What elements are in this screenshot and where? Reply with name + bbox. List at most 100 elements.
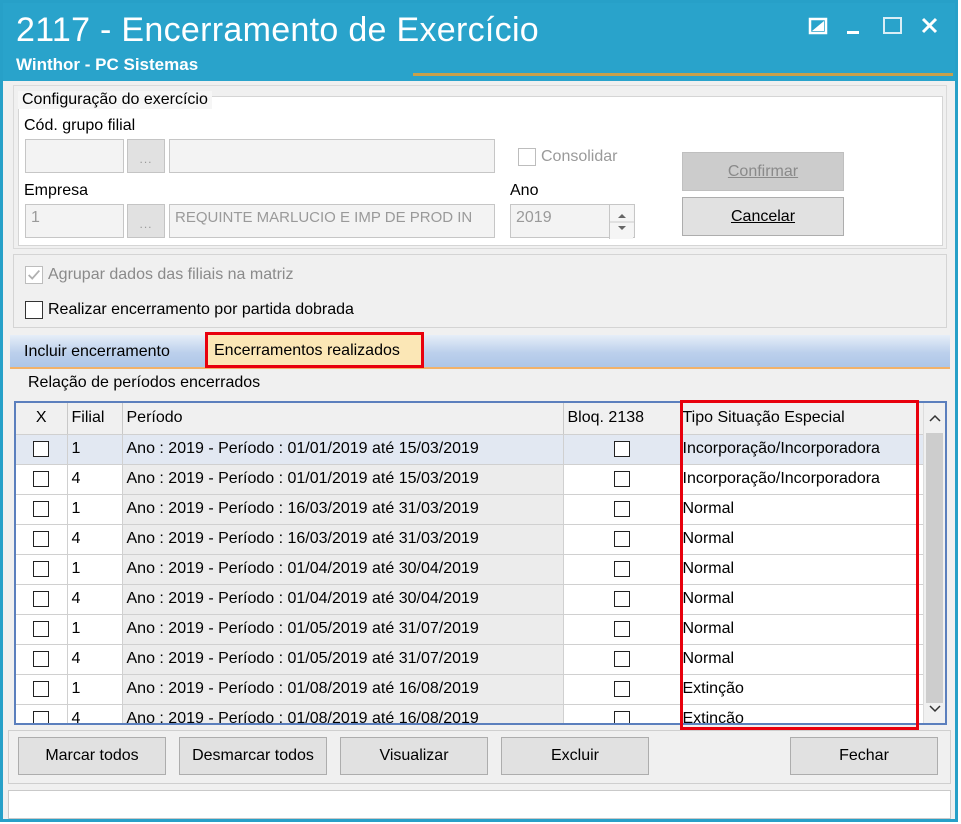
- row-select-cell: [16, 644, 68, 675]
- close-icon[interactable]: [915, 11, 945, 41]
- bloq-cell: [563, 614, 681, 645]
- bloq-cell: [563, 674, 681, 705]
- table-row[interactable]: 4 Ano : 2019 - Período : 01/05/2019 até 3…: [16, 644, 927, 675]
- periods-table: X Filial Período Bloq. 2138 Tipo Situaçã…: [16, 403, 927, 723]
- bloq-checkbox[interactable]: [613, 680, 630, 697]
- tab-encerramentos-realizados[interactable]: Encerramentos realizados: [205, 332, 424, 368]
- col-header-tipo[interactable]: Tipo Situação Especial: [680, 403, 927, 435]
- filial-cell: 4: [67, 704, 123, 723]
- col-header-filial[interactable]: Filial: [67, 403, 123, 435]
- col-header-x[interactable]: X: [16, 403, 68, 435]
- row-select-checkbox[interactable]: [33, 680, 50, 697]
- periodo-cell: Ano : 2019 - Período : 01/01/2019 até 15…: [122, 434, 564, 465]
- maximize-icon[interactable]: [878, 11, 908, 41]
- ano-spinner[interactable]: [609, 205, 634, 239]
- scroll-down-icon[interactable]: [927, 703, 943, 715]
- row-select-checkbox[interactable]: [33, 560, 50, 577]
- consolidar-checkbox[interactable]: [518, 148, 536, 166]
- bloq-checkbox[interactable]: [613, 440, 630, 457]
- fechar-button[interactable]: Fechar: [790, 737, 938, 775]
- cancelar-button[interactable]: Cancelar: [682, 197, 844, 236]
- cod-grupo-field[interactable]: [25, 139, 124, 173]
- bloq-checkbox[interactable]: [613, 470, 630, 487]
- row-select-checkbox[interactable]: [33, 650, 50, 667]
- table-row[interactable]: 4 Ano : 2019 - Período : 01/04/2019 até 3…: [16, 584, 927, 615]
- filial-cell: 1: [67, 614, 123, 645]
- bloq-checkbox[interactable]: [613, 650, 630, 667]
- partida-checkbox[interactable]: [25, 301, 43, 319]
- marcar-todos-button[interactable]: Marcar todos: [18, 737, 166, 775]
- row-select-checkbox[interactable]: [33, 500, 50, 517]
- scrollbar-thumb[interactable]: [926, 433, 943, 703]
- col-header-bloq[interactable]: Bloq. 2138: [563, 403, 681, 435]
- bloq-cell: [563, 584, 681, 615]
- bloq-cell: [563, 434, 681, 465]
- app-window: 2117 - Encerramento de Exercício Winthor…: [0, 0, 958, 822]
- bloq-checkbox[interactable]: [613, 620, 630, 637]
- periodo-cell: Ano : 2019 - Período : 01/04/2019 até 30…: [122, 584, 564, 615]
- row-select-checkbox[interactable]: [33, 470, 50, 487]
- col-header-periodo[interactable]: Período: [122, 403, 564, 435]
- restore-icon[interactable]: [804, 11, 834, 41]
- agrupar-label: Agrupar dados das filiais na matriz: [48, 266, 294, 283]
- bloq-checkbox[interactable]: [613, 590, 630, 607]
- periodo-cell: Ano : 2019 - Período : 01/04/2019 até 30…: [122, 554, 564, 585]
- confirmar-label: Confirmar: [727, 163, 799, 180]
- agrupar-checkbox[interactable]: [25, 266, 43, 284]
- empresa-field[interactable]: 1: [25, 204, 124, 238]
- tab-incluir-encerramento[interactable]: Incluir encerramento: [24, 335, 170, 369]
- row-select-checkbox[interactable]: [33, 440, 50, 457]
- vertical-scrollbar[interactable]: [923, 403, 945, 723]
- scroll-up-icon[interactable]: [927, 412, 943, 424]
- title-bar[interactable]: 2117 - Encerramento de Exercício Winthor…: [3, 3, 955, 81]
- table-row[interactable]: 1 Ano : 2019 - Período : 01/04/2019 até 3…: [16, 554, 927, 585]
- filial-cell: 1: [67, 674, 123, 705]
- table-row[interactable]: 1 Ano : 2019 - Período : 01/08/2019 até 1…: [16, 674, 927, 705]
- bloq-checkbox[interactable]: [613, 560, 630, 577]
- tipo-cell: Normal: [680, 524, 927, 555]
- table-row[interactable]: 4 Ano : 2019 - Período : 16/03/2019 até 3…: [16, 524, 927, 555]
- visualizar-button[interactable]: Visualizar: [340, 737, 488, 775]
- table-row[interactable]: 1 Ano : 2019 - Período : 01/05/2019 até 3…: [16, 614, 927, 645]
- row-select-cell: [16, 434, 68, 465]
- row-select-checkbox[interactable]: [33, 620, 50, 637]
- periodo-cell: Ano : 2019 - Período : 01/05/2019 até 31…: [122, 644, 564, 675]
- row-select-checkbox[interactable]: [33, 710, 50, 723]
- table-row[interactable]: 4 Ano : 2019 - Período : 01/01/2019 até 1…: [16, 464, 927, 495]
- row-select-checkbox[interactable]: [33, 530, 50, 547]
- visualizar-label: Visualizar: [379, 747, 449, 764]
- bloq-cell: [563, 494, 681, 525]
- row-select-cell: [16, 614, 68, 645]
- empresa-lookup-button[interactable]: ...: [127, 204, 165, 238]
- periods-grid[interactable]: X Filial Período Bloq. 2138 Tipo Situaçã…: [14, 401, 947, 725]
- config-group-title: Configuração do exercício: [18, 91, 212, 109]
- table-row[interactable]: 4 Ano : 2019 - Período : 01/08/2019 até 1…: [16, 704, 927, 723]
- row-select-cell: [16, 494, 68, 525]
- table-row[interactable]: 1 Ano : 2019 - Período : 16/03/2019 até 3…: [16, 494, 927, 525]
- cancelar-label: Cancelar: [730, 208, 796, 225]
- confirmar-button[interactable]: Confirmar: [682, 152, 844, 191]
- row-select-cell: [16, 464, 68, 495]
- filial-cell: 1: [67, 494, 123, 525]
- check-icon: [28, 269, 40, 280]
- desmarcar-todos-button[interactable]: Desmarcar todos: [179, 737, 327, 775]
- fechar-label: Fechar: [839, 747, 889, 764]
- bloq-cell: [563, 644, 681, 675]
- bloq-checkbox[interactable]: [613, 500, 630, 517]
- excluir-button[interactable]: Excluir: [501, 737, 649, 775]
- table-row[interactable]: 1 Ano : 2019 - Período : 01/01/2019 até 1…: [16, 434, 927, 465]
- minimize-icon[interactable]: [841, 11, 871, 41]
- bloq-cell: [563, 524, 681, 555]
- bloq-checkbox[interactable]: [613, 530, 630, 547]
- row-select-checkbox[interactable]: [33, 590, 50, 607]
- bloq-cell: [563, 464, 681, 495]
- tipo-cell: Incorporação/Incorporadora: [680, 464, 927, 495]
- cod-grupo-label: Cód. grupo filial: [24, 117, 136, 134]
- tab-bar: Incluir encerramento Encerramentos reali…: [10, 332, 950, 369]
- filial-cell: 4: [67, 584, 123, 615]
- periodo-cell: Ano : 2019 - Período : 01/08/2019 até 16…: [122, 704, 564, 723]
- bloq-checkbox[interactable]: [613, 710, 630, 723]
- marcar-todos-label: Marcar todos: [45, 747, 139, 764]
- cod-grupo-lookup-button[interactable]: ...: [127, 139, 165, 173]
- title-accent-line: [413, 73, 953, 76]
